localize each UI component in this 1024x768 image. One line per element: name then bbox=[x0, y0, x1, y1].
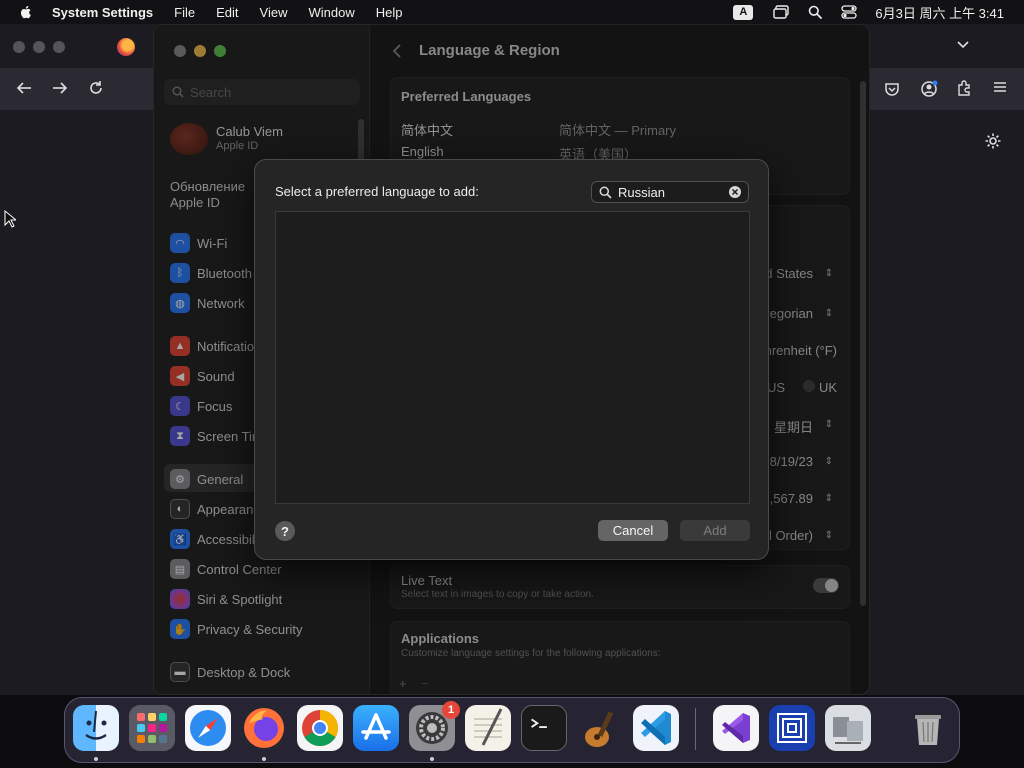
hex-fiend-icon[interactable] bbox=[769, 705, 815, 751]
window-minimize-dot[interactable] bbox=[33, 41, 45, 53]
search-icon bbox=[599, 186, 612, 199]
menu-clock[interactable]: 6月3日 周六 上午 3:41 bbox=[875, 3, 1004, 22]
visual-studio-icon[interactable] bbox=[713, 705, 759, 751]
vscode-icon[interactable] bbox=[633, 705, 679, 751]
running-indicator bbox=[94, 757, 98, 761]
finder-icon[interactable] bbox=[73, 705, 119, 751]
running-indicator bbox=[430, 757, 434, 761]
menu-edit[interactable]: Edit bbox=[216, 5, 238, 20]
control-center-icon[interactable] bbox=[841, 4, 858, 20]
add-language-dialog: Select a preferred language to add: ? Ca… bbox=[254, 159, 769, 560]
firefox-icon[interactable] bbox=[241, 705, 287, 751]
dock-separator bbox=[695, 708, 696, 750]
running-indicator bbox=[262, 757, 266, 761]
menu-bar: System Settings File Edit View Window He… bbox=[0, 0, 1024, 24]
tab-list-chevron-icon[interactable] bbox=[956, 40, 970, 50]
cancel-button[interactable]: Cancel bbox=[598, 520, 668, 541]
add-button[interactable]: Add bbox=[680, 520, 750, 541]
chrome-icon[interactable] bbox=[297, 705, 343, 751]
dock: 1 bbox=[64, 697, 960, 763]
settings-gear-icon[interactable] bbox=[984, 132, 1002, 150]
back-arrow-icon[interactable] bbox=[16, 81, 32, 95]
window-close-dot[interactable] bbox=[13, 41, 25, 53]
garageband-icon[interactable] bbox=[577, 705, 623, 751]
language-search-input[interactable] bbox=[618, 184, 722, 200]
input-source-icon[interactable]: A bbox=[733, 4, 754, 20]
account-icon[interactable] bbox=[920, 80, 938, 98]
clear-search-icon[interactable] bbox=[728, 185, 742, 199]
help-button[interactable]: ? bbox=[275, 521, 295, 541]
menu-app-name[interactable]: System Settings bbox=[52, 5, 153, 20]
hamburger-menu-icon[interactable] bbox=[993, 81, 1007, 93]
language-search-field[interactable] bbox=[591, 181, 749, 203]
reload-icon[interactable] bbox=[88, 80, 104, 96]
dialog-prompt: Select a preferred language to add: bbox=[275, 184, 479, 199]
stage-manager-icon[interactable] bbox=[773, 4, 790, 20]
menu-file[interactable]: File bbox=[174, 5, 195, 20]
forward-arrow-icon[interactable] bbox=[52, 81, 68, 95]
launchpad-icon[interactable] bbox=[129, 705, 175, 751]
terminal-icon[interactable] bbox=[521, 705, 567, 751]
menu-view[interactable]: View bbox=[260, 5, 288, 20]
safari-icon[interactable] bbox=[185, 705, 231, 751]
app-store-icon[interactable] bbox=[353, 705, 399, 751]
extensions-icon[interactable] bbox=[956, 80, 972, 96]
notification-badge: 1 bbox=[442, 701, 460, 719]
textedit-icon[interactable] bbox=[465, 705, 511, 751]
firefox-tab-icon[interactable] bbox=[117, 38, 135, 56]
menu-window[interactable]: Window bbox=[308, 5, 354, 20]
migration-assistant-icon[interactable] bbox=[825, 705, 871, 751]
pocket-icon[interactable] bbox=[884, 81, 900, 97]
trash-icon[interactable] bbox=[905, 705, 951, 751]
apple-menu-icon[interactable] bbox=[18, 4, 34, 20]
mouse-cursor-icon bbox=[4, 210, 16, 228]
spotlight-search-icon[interactable] bbox=[807, 4, 823, 20]
window-zoom-dot[interactable] bbox=[53, 41, 65, 53]
language-results-list[interactable] bbox=[275, 211, 750, 504]
menu-help[interactable]: Help bbox=[376, 5, 403, 20]
